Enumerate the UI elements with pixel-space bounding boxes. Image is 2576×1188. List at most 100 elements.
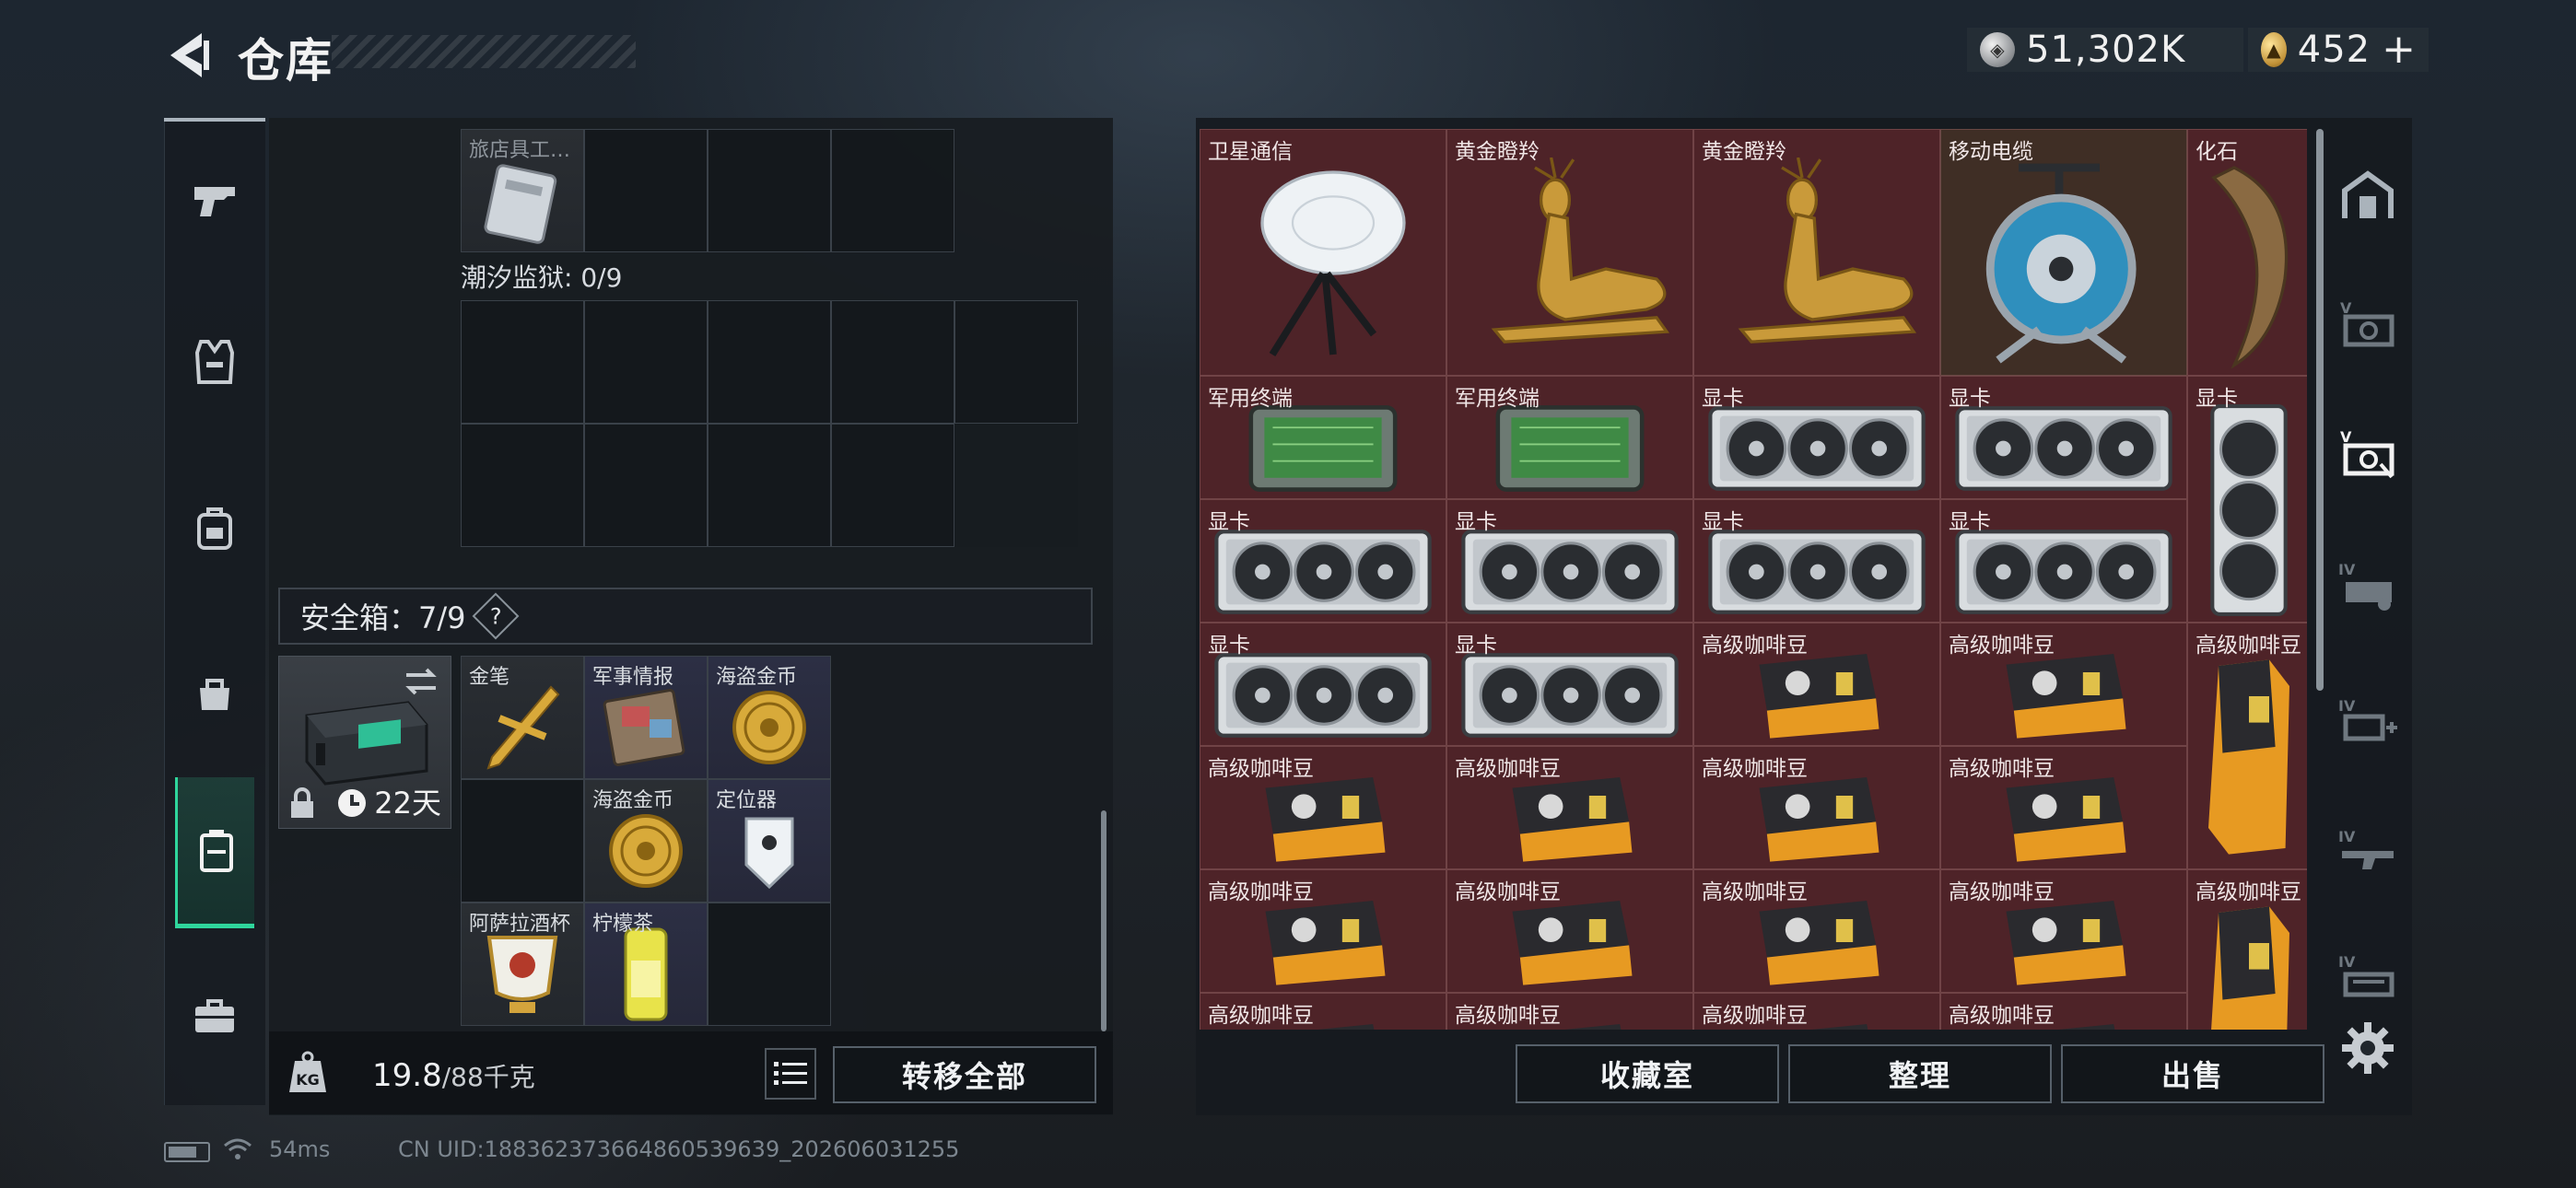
item-label: 显卡 — [1949, 510, 1991, 534]
safe-item-tracker[interactable]: 定位器 — [708, 779, 831, 903]
empty-slot[interactable] — [461, 300, 584, 424]
stash-item-gpu[interactable]: 显卡 — [1446, 499, 1693, 623]
coffee-icon — [1200, 769, 1446, 868]
help-button[interactable]: ? — [472, 592, 519, 640]
empty-slot[interactable] — [584, 424, 708, 547]
item-label: 军用终端 — [1208, 387, 1293, 411]
item-label: 显卡 — [2195, 387, 2238, 411]
nav-briefcase-tab[interactable] — [164, 947, 265, 1085]
stash-item-gpu-v[interactable]: 显卡 — [2187, 376, 2307, 623]
safe-item-can[interactable]: 柠檬茶 — [584, 903, 708, 1026]
stash-item-coffee[interactable]: 高级咖啡豆 — [1200, 869, 1446, 993]
battery-icon — [164, 1142, 210, 1162]
empty-slot[interactable] — [461, 779, 584, 903]
inventory-slot[interactable]: 旅店具工… — [461, 129, 584, 252]
tier-iv-stash-tab[interactable]: IV — [2331, 549, 2405, 623]
gpu-icon — [1941, 522, 2186, 622]
swap-icon[interactable] — [403, 666, 439, 697]
safe-box-duration: 22天 — [374, 786, 441, 821]
left-scrollbar[interactable] — [1101, 810, 1107, 1031]
stash-item-gpu[interactable]: 显卡 — [1693, 376, 1940, 499]
stash-item-deer[interactable]: 黄金瞪羚 — [1446, 129, 1693, 376]
bag-icon — [200, 679, 229, 710]
safe-item-intel[interactable]: 军事情报 — [584, 656, 708, 779]
stash-item-gpu[interactable]: 显卡 — [1446, 623, 1693, 746]
stash-item-coffee[interactable]: 高级咖啡豆 — [1940, 746, 2187, 869]
empty-slot[interactable] — [831, 129, 954, 252]
empty-slot[interactable] — [584, 300, 708, 424]
stash-item-coffee[interactable]: 高级咖啡豆 — [1940, 623, 2187, 746]
safe-item-cup[interactable]: 阿萨拉酒杯 — [461, 903, 584, 1026]
safe-item-pen[interactable]: 金笔 — [461, 656, 584, 779]
stash-item-reel[interactable]: 移动电缆 — [1940, 129, 2187, 376]
stash-item-coffee[interactable]: 高级咖啡豆 — [1940, 869, 2187, 993]
tier-v-stash-tab[interactable]: V — [2331, 287, 2405, 361]
tier-iv-medical-tab[interactable]: IV — [2331, 685, 2405, 759]
safe-box-card[interactable]: 22天 — [278, 656, 451, 829]
stash-item-gpu[interactable]: 显卡 — [1200, 499, 1446, 623]
item-label: 显卡 — [1455, 634, 1497, 658]
tier-iv-ammo-tab[interactable]: IV — [2331, 941, 2405, 1015]
stash-item-terminal[interactable]: 军用终端 — [1446, 376, 1693, 499]
stash-item-coffee[interactable]: 高级咖啡豆 — [1693, 993, 1940, 1030]
stash-item-coffee[interactable]: 高级咖啡豆 — [1446, 993, 1693, 1030]
item-label: 高级咖啡豆 — [1702, 757, 1808, 781]
stash-item-dish[interactable]: 卫星通信 — [1200, 129, 1446, 376]
tier-v-stash-icon: V — [2340, 299, 2395, 347]
stash-item-coffee-v[interactable]: 高级咖啡豆 — [2187, 869, 2307, 1030]
coffee-icon — [1694, 892, 1939, 992]
gold-amount: 452 — [2297, 29, 2371, 71]
nav-bag-tab[interactable] — [164, 624, 265, 763]
stash-item-coffee[interactable]: 高级咖啡豆 — [1693, 869, 1940, 993]
transfer-all-button[interactable]: 转移全部 — [833, 1046, 1096, 1103]
empty-slot[interactable] — [708, 903, 831, 1026]
stash-item-deer[interactable]: 黄金瞪羚 — [1693, 129, 1940, 376]
stash-item-coffee[interactable]: 高级咖啡豆 — [1446, 869, 1693, 993]
deer-icon — [1447, 152, 1692, 375]
empty-slot[interactable] — [708, 129, 831, 252]
safe-item-coin[interactable]: 海盗金币 — [584, 779, 708, 903]
safe-item-coin[interactable]: 海盗金币 — [708, 656, 831, 779]
sell-button[interactable]: 出售 — [2061, 1044, 2324, 1103]
add-currency-button[interactable]: + — [2382, 29, 2416, 70]
empty-slot[interactable] — [954, 300, 1078, 424]
stash-item-gpu[interactable]: 显卡 — [1693, 499, 1940, 623]
weight-current: 19.8 — [372, 1057, 442, 1094]
collection-room-button[interactable]: 收藏室 — [1516, 1044, 1779, 1103]
settings-gear-icon[interactable] — [2340, 1020, 2395, 1076]
nav-safe-box-tab[interactable] — [175, 777, 254, 928]
intel-icon — [585, 677, 707, 778]
nav-backpack-tab[interactable] — [164, 459, 265, 597]
stash-item-coffee[interactable]: 高级咖啡豆 — [1693, 623, 1940, 746]
base-tab[interactable] — [2331, 158, 2405, 232]
backpack-icon — [197, 507, 232, 550]
empty-slot[interactable] — [584, 129, 708, 252]
item-label: 海盗金币 — [716, 666, 798, 689]
stash-item-coffee[interactable]: 高级咖啡豆 — [1693, 746, 1940, 869]
tier-v-stash-active-tab[interactable]: V — [2331, 416, 2405, 490]
item-label: 高级咖啡豆 — [2195, 880, 2301, 904]
stash-scrollbar[interactable] — [2316, 129, 2324, 691]
stash-item-coffee[interactable]: 高级咖啡豆 — [1200, 746, 1446, 869]
stash-item-claw[interactable]: 化石 — [2187, 129, 2307, 376]
stash-item-coffee[interactable]: 高级咖啡豆 — [1940, 993, 2187, 1030]
back-arrow-icon[interactable] — [161, 28, 217, 83]
stash-item-terminal[interactable]: 军用终端 — [1200, 376, 1446, 499]
stash-item-coffee[interactable]: 高级咖啡豆 — [1200, 993, 1446, 1030]
empty-slot[interactable] — [708, 424, 831, 547]
stash-item-coffee-v[interactable]: 高级咖啡豆 — [2187, 623, 2307, 869]
tier-iv-weapon-tab[interactable]: IV — [2331, 816, 2405, 890]
svg-text:IV: IV — [2338, 697, 2356, 715]
list-view-button[interactable] — [765, 1048, 816, 1100]
nav-weapon-tab[interactable] — [164, 131, 265, 269]
nav-armor-tab[interactable] — [164, 293, 265, 431]
stash-item-gpu[interactable]: 显卡 — [1940, 376, 2187, 499]
sort-button[interactable]: 整理 — [1788, 1044, 2052, 1103]
empty-slot[interactable] — [461, 424, 584, 547]
stash-item-gpu[interactable]: 显卡 — [1940, 499, 2187, 623]
empty-slot[interactable] — [708, 300, 831, 424]
empty-slot[interactable] — [831, 424, 954, 547]
empty-slot[interactable] — [831, 300, 954, 424]
stash-item-coffee[interactable]: 高级咖啡豆 — [1446, 746, 1693, 869]
stash-item-gpu[interactable]: 显卡 — [1200, 623, 1446, 746]
